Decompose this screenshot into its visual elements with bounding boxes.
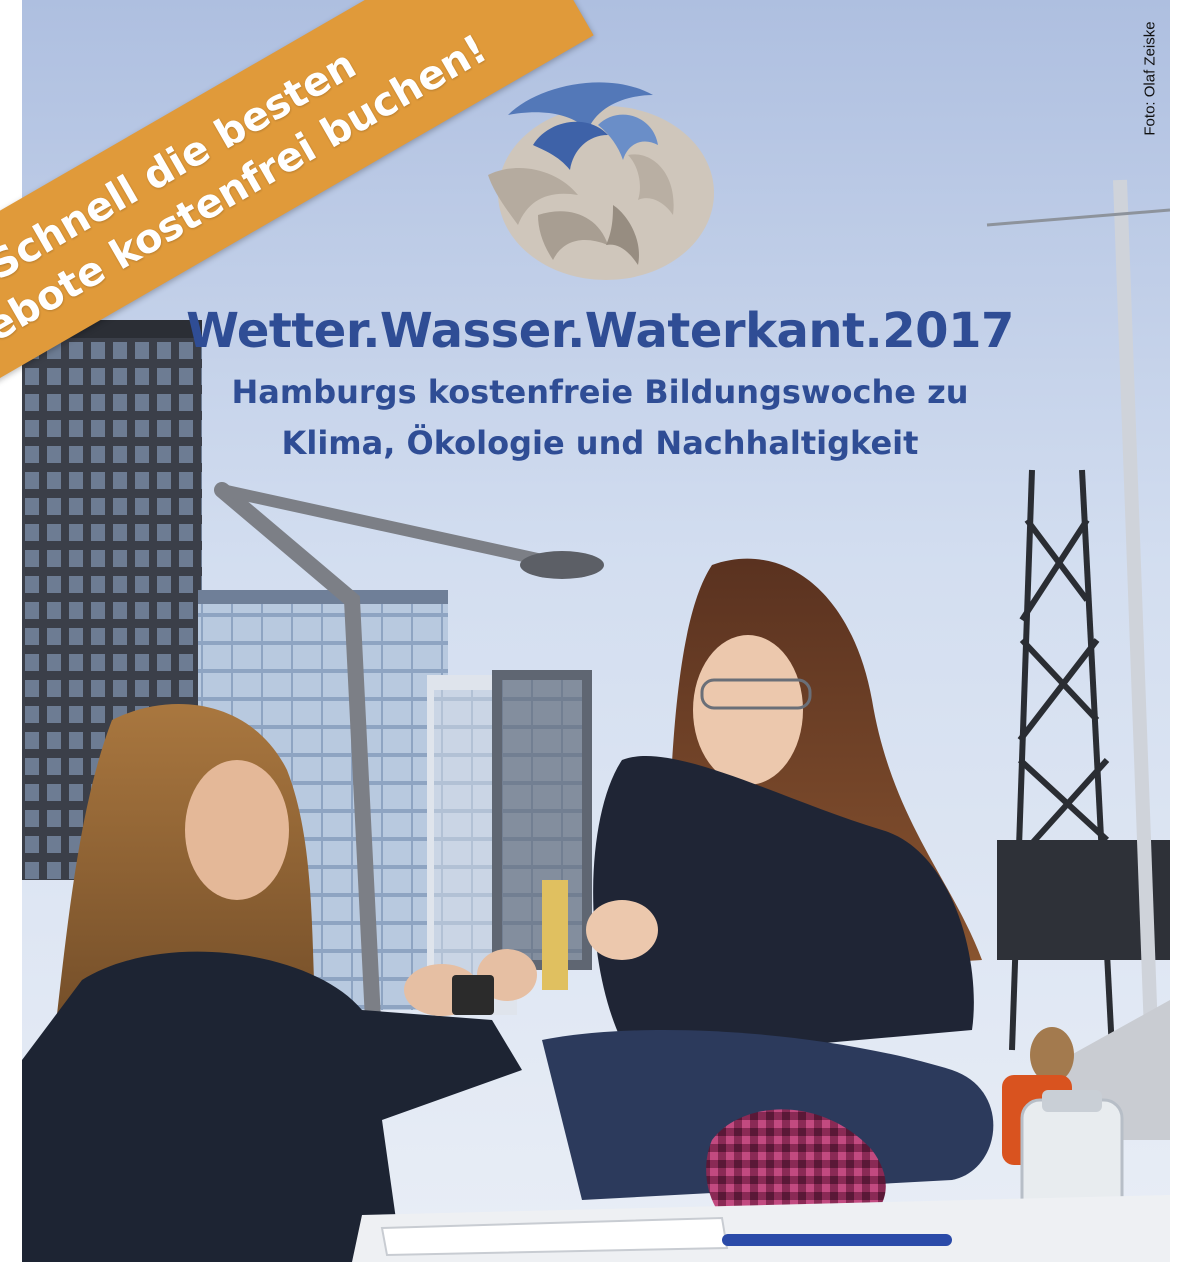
photo-credit: Foto: Olaf Zeiske (1141, 21, 1159, 136)
page-title: Wetter.Wasser.Waterkant.2017 (186, 303, 1014, 359)
poster: Schnell die besten Angebote kostenfrei b… (0, 0, 1200, 1262)
subtitle-line-1: Hamburgs kostenfreie Bildungswoche zu (231, 373, 969, 411)
subtitle-line-2: Klima, Ökologie und Nachhaltigkeit (281, 424, 919, 462)
wave-logo (478, 65, 714, 280)
